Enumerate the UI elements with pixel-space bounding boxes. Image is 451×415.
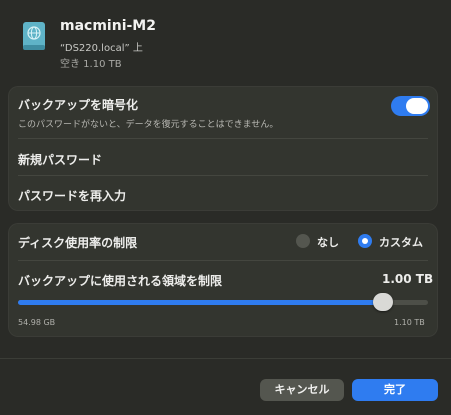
radio-custom-label[interactable]: カスタム [379, 234, 423, 250]
disk-limit-card: ディスク使用率の制限 なし カスタム バックアップに使用される領域を制限 1.0… [8, 223, 438, 337]
disk-location: “DS220.local” 上 [60, 43, 143, 54]
disk-header: macmini-M2 “DS220.local” 上 空き 1.10 TB [0, 0, 451, 84]
done-button[interactable]: 完了 [352, 379, 438, 401]
limit-space-label: バックアップに使用される領域を制限 [18, 274, 223, 288]
divider [18, 138, 428, 139]
encryption-card: バックアップを暗号化 このパスワードがないと、データを復元することはできません。… [8, 86, 438, 211]
disk-limit-title: ディスク使用率の制限 [18, 236, 138, 250]
slider-max-label: 1.10 TB [394, 318, 425, 327]
divider [18, 260, 428, 261]
limit-slider-thumb[interactable] [372, 293, 393, 311]
encrypt-backup-title: バックアップを暗号化 [18, 98, 139, 112]
encrypt-backup-toggle[interactable] [391, 96, 430, 116]
footer-divider [0, 358, 451, 359]
cancel-button[interactable]: キャンセル [260, 379, 344, 401]
reenter-password-field[interactable]: パスワードを再入力 [18, 187, 126, 204]
network-disk-icon [23, 22, 45, 50]
new-password-field[interactable]: 新規パスワード [18, 151, 102, 168]
disk-name: macmini-M2 [60, 18, 156, 34]
divider [18, 175, 428, 176]
toggle-knob [406, 98, 428, 114]
limit-slider-track[interactable] [18, 300, 428, 305]
limit-slider-fill [18, 300, 383, 305]
radio-none[interactable] [296, 234, 310, 248]
radio-none-label[interactable]: なし [317, 234, 339, 250]
slider-min-label: 54.98 GB [18, 318, 56, 327]
radio-custom[interactable] [358, 234, 372, 248]
encrypt-backup-description: このパスワードがないと、データを復元することはできません。 [18, 120, 279, 130]
limit-value: 1.00 TB [382, 272, 434, 286]
disk-free-space: 空き 1.10 TB [60, 59, 122, 70]
